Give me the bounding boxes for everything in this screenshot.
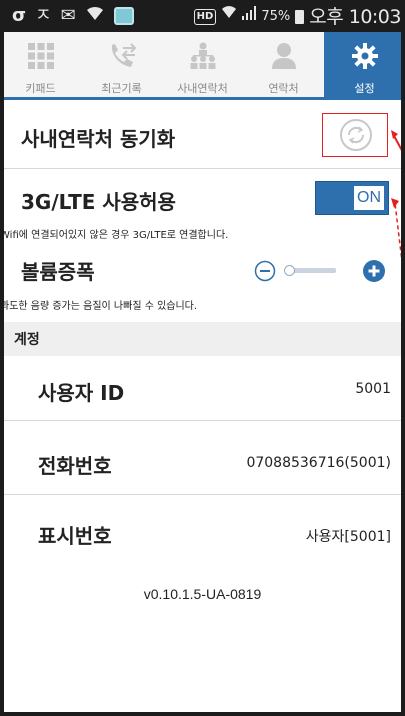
device-frame	[0, 0, 405, 716]
